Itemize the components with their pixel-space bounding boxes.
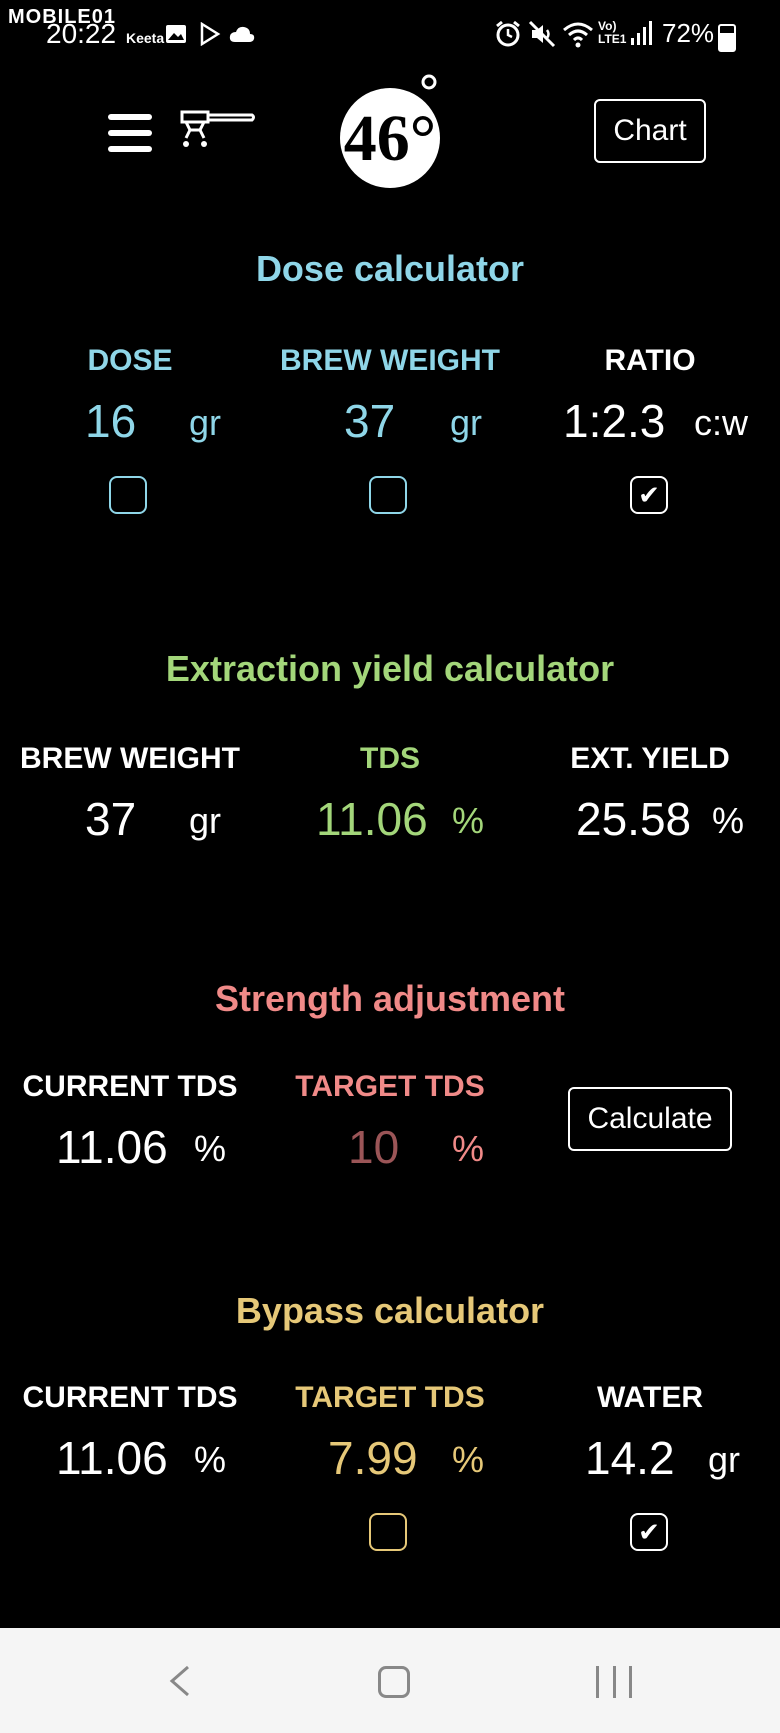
ext-yield-label: EXT. YIELD bbox=[570, 742, 730, 775]
checkmark-icon: ✔ bbox=[638, 1517, 660, 1547]
gallery-icon bbox=[164, 22, 188, 51]
back-icon[interactable] bbox=[168, 1665, 192, 1697]
ext-yield-unit: % bbox=[712, 800, 745, 841]
logo-text: 46° bbox=[344, 102, 436, 175]
strength-target-tds-unit: % bbox=[452, 1128, 485, 1169]
alarm-icon bbox=[494, 20, 522, 53]
strength-current-tds-value[interactable]: 11.06 bbox=[56, 1120, 168, 1174]
strength-current-tds-unit: % bbox=[194, 1128, 227, 1169]
bypass-current-tds-value[interactable]: 11.06 bbox=[56, 1431, 168, 1485]
battery-icon bbox=[718, 24, 736, 52]
tds-unit: % bbox=[452, 800, 485, 841]
strength-current-tds-label: CURRENT TDS bbox=[22, 1070, 238, 1103]
water-label: WATER bbox=[596, 1381, 704, 1414]
app-badge: Keeta bbox=[126, 30, 165, 46]
ext-yield-value[interactable]: 25.58 bbox=[576, 792, 691, 846]
portafilter-icon[interactable] bbox=[180, 106, 256, 156]
checkmark-icon: ✔ bbox=[638, 480, 660, 510]
brew-weight-lock-checkbox[interactable] bbox=[369, 476, 407, 514]
strength-adjustment-title: Strength adjustment bbox=[214, 978, 565, 1019]
brew-weight-unit: gr bbox=[450, 402, 483, 443]
menu-icon[interactable] bbox=[108, 114, 152, 152]
bypass-current-tds-unit: % bbox=[194, 1439, 227, 1480]
app-logo: 46° bbox=[335, 72, 447, 190]
tds-value[interactable]: 11.06 bbox=[316, 792, 428, 846]
bypass-target-tds-unit: % bbox=[452, 1439, 485, 1480]
play-store-icon bbox=[198, 21, 222, 51]
water-value[interactable]: 14.2 bbox=[585, 1431, 675, 1485]
status-time: 20:22 bbox=[46, 18, 117, 49]
home-icon[interactable] bbox=[378, 1666, 410, 1698]
water-lock-checkbox[interactable]: ✔ bbox=[630, 1513, 668, 1551]
mute-icon bbox=[528, 20, 556, 53]
ratio-label: RATIO bbox=[604, 344, 696, 377]
bypass-target-tds-label: TARGET TDS bbox=[295, 1381, 485, 1414]
strength-target-tds-label: TARGET TDS bbox=[295, 1070, 485, 1103]
tds-label: TDS bbox=[360, 742, 420, 775]
signal-icon bbox=[630, 20, 654, 51]
calculate-button[interactable]: Calculate bbox=[568, 1087, 732, 1151]
battery-percent: 72% bbox=[662, 18, 715, 48]
dose-label: DOSE bbox=[87, 344, 173, 377]
chart-button[interactable]: Chart bbox=[594, 99, 706, 163]
dose-calculator-title: Dose calculator bbox=[255, 248, 525, 289]
ratio-lock-checkbox[interactable]: ✔ bbox=[630, 476, 668, 514]
extraction-calculator-title: Extraction yield calculator bbox=[165, 648, 615, 689]
ext-brew-weight-unit: gr bbox=[189, 800, 222, 841]
cloud-icon bbox=[228, 24, 256, 49]
bypass-current-tds-label: CURRENT TDS bbox=[22, 1381, 238, 1414]
ratio-unit: c:w bbox=[694, 402, 748, 443]
bypass-target-tds-value[interactable]: 7.99 bbox=[328, 1431, 418, 1485]
bypass-target-tds-lock-checkbox[interactable] bbox=[369, 1513, 407, 1551]
strength-target-tds-value[interactable]: 10 bbox=[348, 1120, 399, 1174]
bypass-calculator-title: Bypass calculator bbox=[235, 1290, 545, 1331]
dose-lock-checkbox[interactable] bbox=[109, 476, 147, 514]
dose-value[interactable]: 16 bbox=[85, 394, 136, 448]
volte-icon: Vo) LTE1 bbox=[598, 19, 627, 46]
dose-unit: gr bbox=[189, 402, 222, 443]
ext-brew-weight-label: BREW WEIGHT bbox=[20, 742, 240, 775]
brew-weight-label: BREW WEIGHT bbox=[280, 344, 500, 377]
wifi-icon bbox=[562, 20, 594, 53]
water-unit: gr bbox=[708, 1439, 741, 1480]
ext-brew-weight-value[interactable]: 37 bbox=[85, 792, 136, 846]
ratio-value[interactable]: 1:2.3 bbox=[563, 394, 665, 448]
recent-apps-icon[interactable] bbox=[596, 1666, 632, 1698]
brew-weight-value[interactable]: 37 bbox=[344, 394, 395, 448]
